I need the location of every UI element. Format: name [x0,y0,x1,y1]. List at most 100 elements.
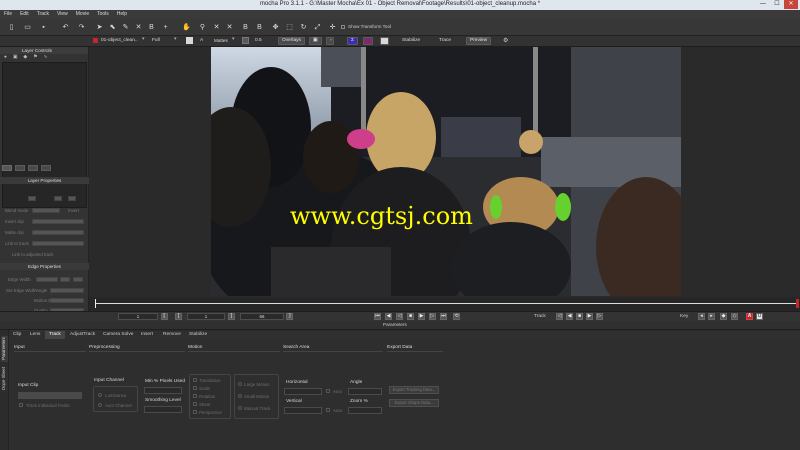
bezier-add-tool-icon[interactable]: B [254,22,265,33]
manual-track-radio[interactable] [238,406,242,410]
move-icon[interactable]: ✥ [270,22,281,33]
prev-key-icon[interactable]: ◂ [698,313,705,320]
opacity-value[interactable]: 0.5 [255,38,262,43]
prop-button[interactable] [54,196,62,201]
matte-color-icon[interactable] [242,37,249,44]
vertical-auto-checkbox[interactable] [326,408,330,412]
luminance-radio[interactable] [98,393,102,397]
transform-icon[interactable]: ✛ [327,22,338,33]
export-tracking-data-button[interactable]: Export Tracking Data... [389,386,439,394]
large-motion-radio[interactable] [238,382,242,386]
zoom-tool-icon[interactable]: ⚲ [197,22,208,33]
step-back-icon[interactable]: ◀ [385,313,392,320]
in-marker-icon[interactable]: [ [175,313,182,320]
overlay-options-icon[interactable]: ▣ [309,37,322,45]
min-pixels-field[interactable] [144,387,182,394]
insert-clip-select[interactable] [32,219,84,224]
next-key-icon[interactable]: ▸ [708,313,715,320]
current-frame-field[interactable]: 1 [187,313,225,320]
chevron-down-icon[interactable]: ▾ [174,37,176,42]
layer-list[interactable] [2,62,87,208]
blend-mode-select[interactable] [32,208,60,213]
menu-view[interactable]: View [53,10,72,18]
rotation-checkbox[interactable] [193,394,197,398]
playhead-marker[interactable] [95,299,96,308]
smoothing-field[interactable] [144,406,182,413]
grid-icon[interactable]: ▫ [326,37,334,45]
chevron-down-icon[interactable]: ▾ [142,37,144,42]
bezier-tool-icon[interactable]: B [240,22,251,33]
stabilize-view-icon[interactable]: Σ [347,37,358,45]
clip-selector[interactable]: 01-object_clean.. [101,38,138,43]
auto-channel-radio[interactable] [98,403,102,407]
matte-clip-select[interactable] [32,230,84,235]
trace-button[interactable]: Trace [439,38,451,43]
xspline-icon[interactable]: ✕ [133,22,144,33]
tab-lens[interactable]: Lens [26,331,44,339]
minimize-button[interactable]: — [756,0,770,9]
menu-edit[interactable]: Edit [16,10,33,18]
motion-blur-field[interactable] [50,298,84,303]
frame-icon[interactable] [380,37,389,45]
parameters-side-tab[interactable]: Parameters [1,336,8,362]
autokey-icon[interactable]: A [746,313,753,320]
open-project-icon[interactable]: ▭ [22,22,33,33]
undo-icon[interactable]: ↶ [60,22,71,33]
small-motion-radio[interactable] [238,394,242,398]
text-tool-icon[interactable]: A [200,38,203,43]
settings-gear-icon[interactable]: ⚙ [503,37,508,44]
tab-adjusttrack[interactable]: AdjustTrack [66,331,99,339]
stop-icon[interactable]: ■ [407,313,414,320]
tab-clip[interactable]: Clip [9,331,25,339]
edge-button[interactable] [73,277,83,282]
footage-frame[interactable] [211,47,681,296]
go-to-end-icon[interactable]: ⏭ [440,313,447,320]
add-point-icon[interactable]: + [160,22,171,33]
delete-layer-button[interactable] [28,165,38,171]
step-forward-icon[interactable]: ▷ [429,313,436,320]
play-backward-icon[interactable]: ◁ [396,313,403,320]
menu-track[interactable]: Track [33,10,53,18]
edge-angle-field[interactable] [50,288,84,293]
tab-remove[interactable]: Remove [159,331,185,339]
undo-key-icon[interactable]: U [756,313,763,320]
fit-icon[interactable]: ⤢ [312,22,323,33]
vertical-field[interactable] [284,407,322,414]
tab-track[interactable]: Track [45,331,65,339]
show-transform-checkbox[interactable] [341,25,345,29]
shear-checkbox[interactable] [193,402,197,406]
link-to-track-select[interactable] [32,241,84,246]
tab-stabilize[interactable]: Stabilize [185,331,211,339]
export-shape-data-button[interactable]: Export Shape Data... [389,399,439,407]
track-back-step-icon[interactable]: ◀ [566,313,573,320]
quality-selector[interactable]: Full [152,38,160,43]
add-key-icon[interactable]: ◆ [720,313,727,320]
add-layer-button[interactable] [2,165,12,171]
select-points-icon[interactable]: ⬉ [107,22,118,33]
xspline-add-icon[interactable]: ✕ [224,22,235,33]
overlays-button[interactable]: Overlays [278,37,305,45]
out-marker-icon[interactable]: ] [228,313,235,320]
preview-button[interactable]: Preview [466,37,492,45]
tab-insert[interactable]: Insert [137,331,157,339]
bezier-add-icon[interactable]: ✎ [120,22,131,33]
angle-field[interactable] [348,388,382,395]
group-layer-button[interactable] [41,165,51,171]
in-frame-field[interactable]: 1 [118,313,158,320]
go-to-start-icon[interactable]: ⏮ [374,313,381,320]
redo-icon[interactable]: ↷ [76,22,87,33]
scale-icon[interactable]: ⬚ [284,22,295,33]
edge-width-field[interactable] [36,277,58,282]
scale-checkbox[interactable] [193,386,197,390]
xspline-tool-icon[interactable]: ✕ [211,22,222,33]
timeline[interactable] [89,297,800,311]
duplicate-layer-button[interactable] [15,165,25,171]
rotate-icon[interactable]: ↻ [298,22,309,33]
close-button[interactable]: ✕ [784,0,798,9]
menu-movie[interactable]: Movie [72,10,93,18]
out-point-marker[interactable] [796,299,799,308]
out-frame-field[interactable]: 66 [240,313,284,320]
maximize-button[interactable]: ☐ [770,0,784,9]
track-forward-step-icon[interactable]: ▶ [586,313,593,320]
view-mode-icon[interactable] [186,37,193,44]
